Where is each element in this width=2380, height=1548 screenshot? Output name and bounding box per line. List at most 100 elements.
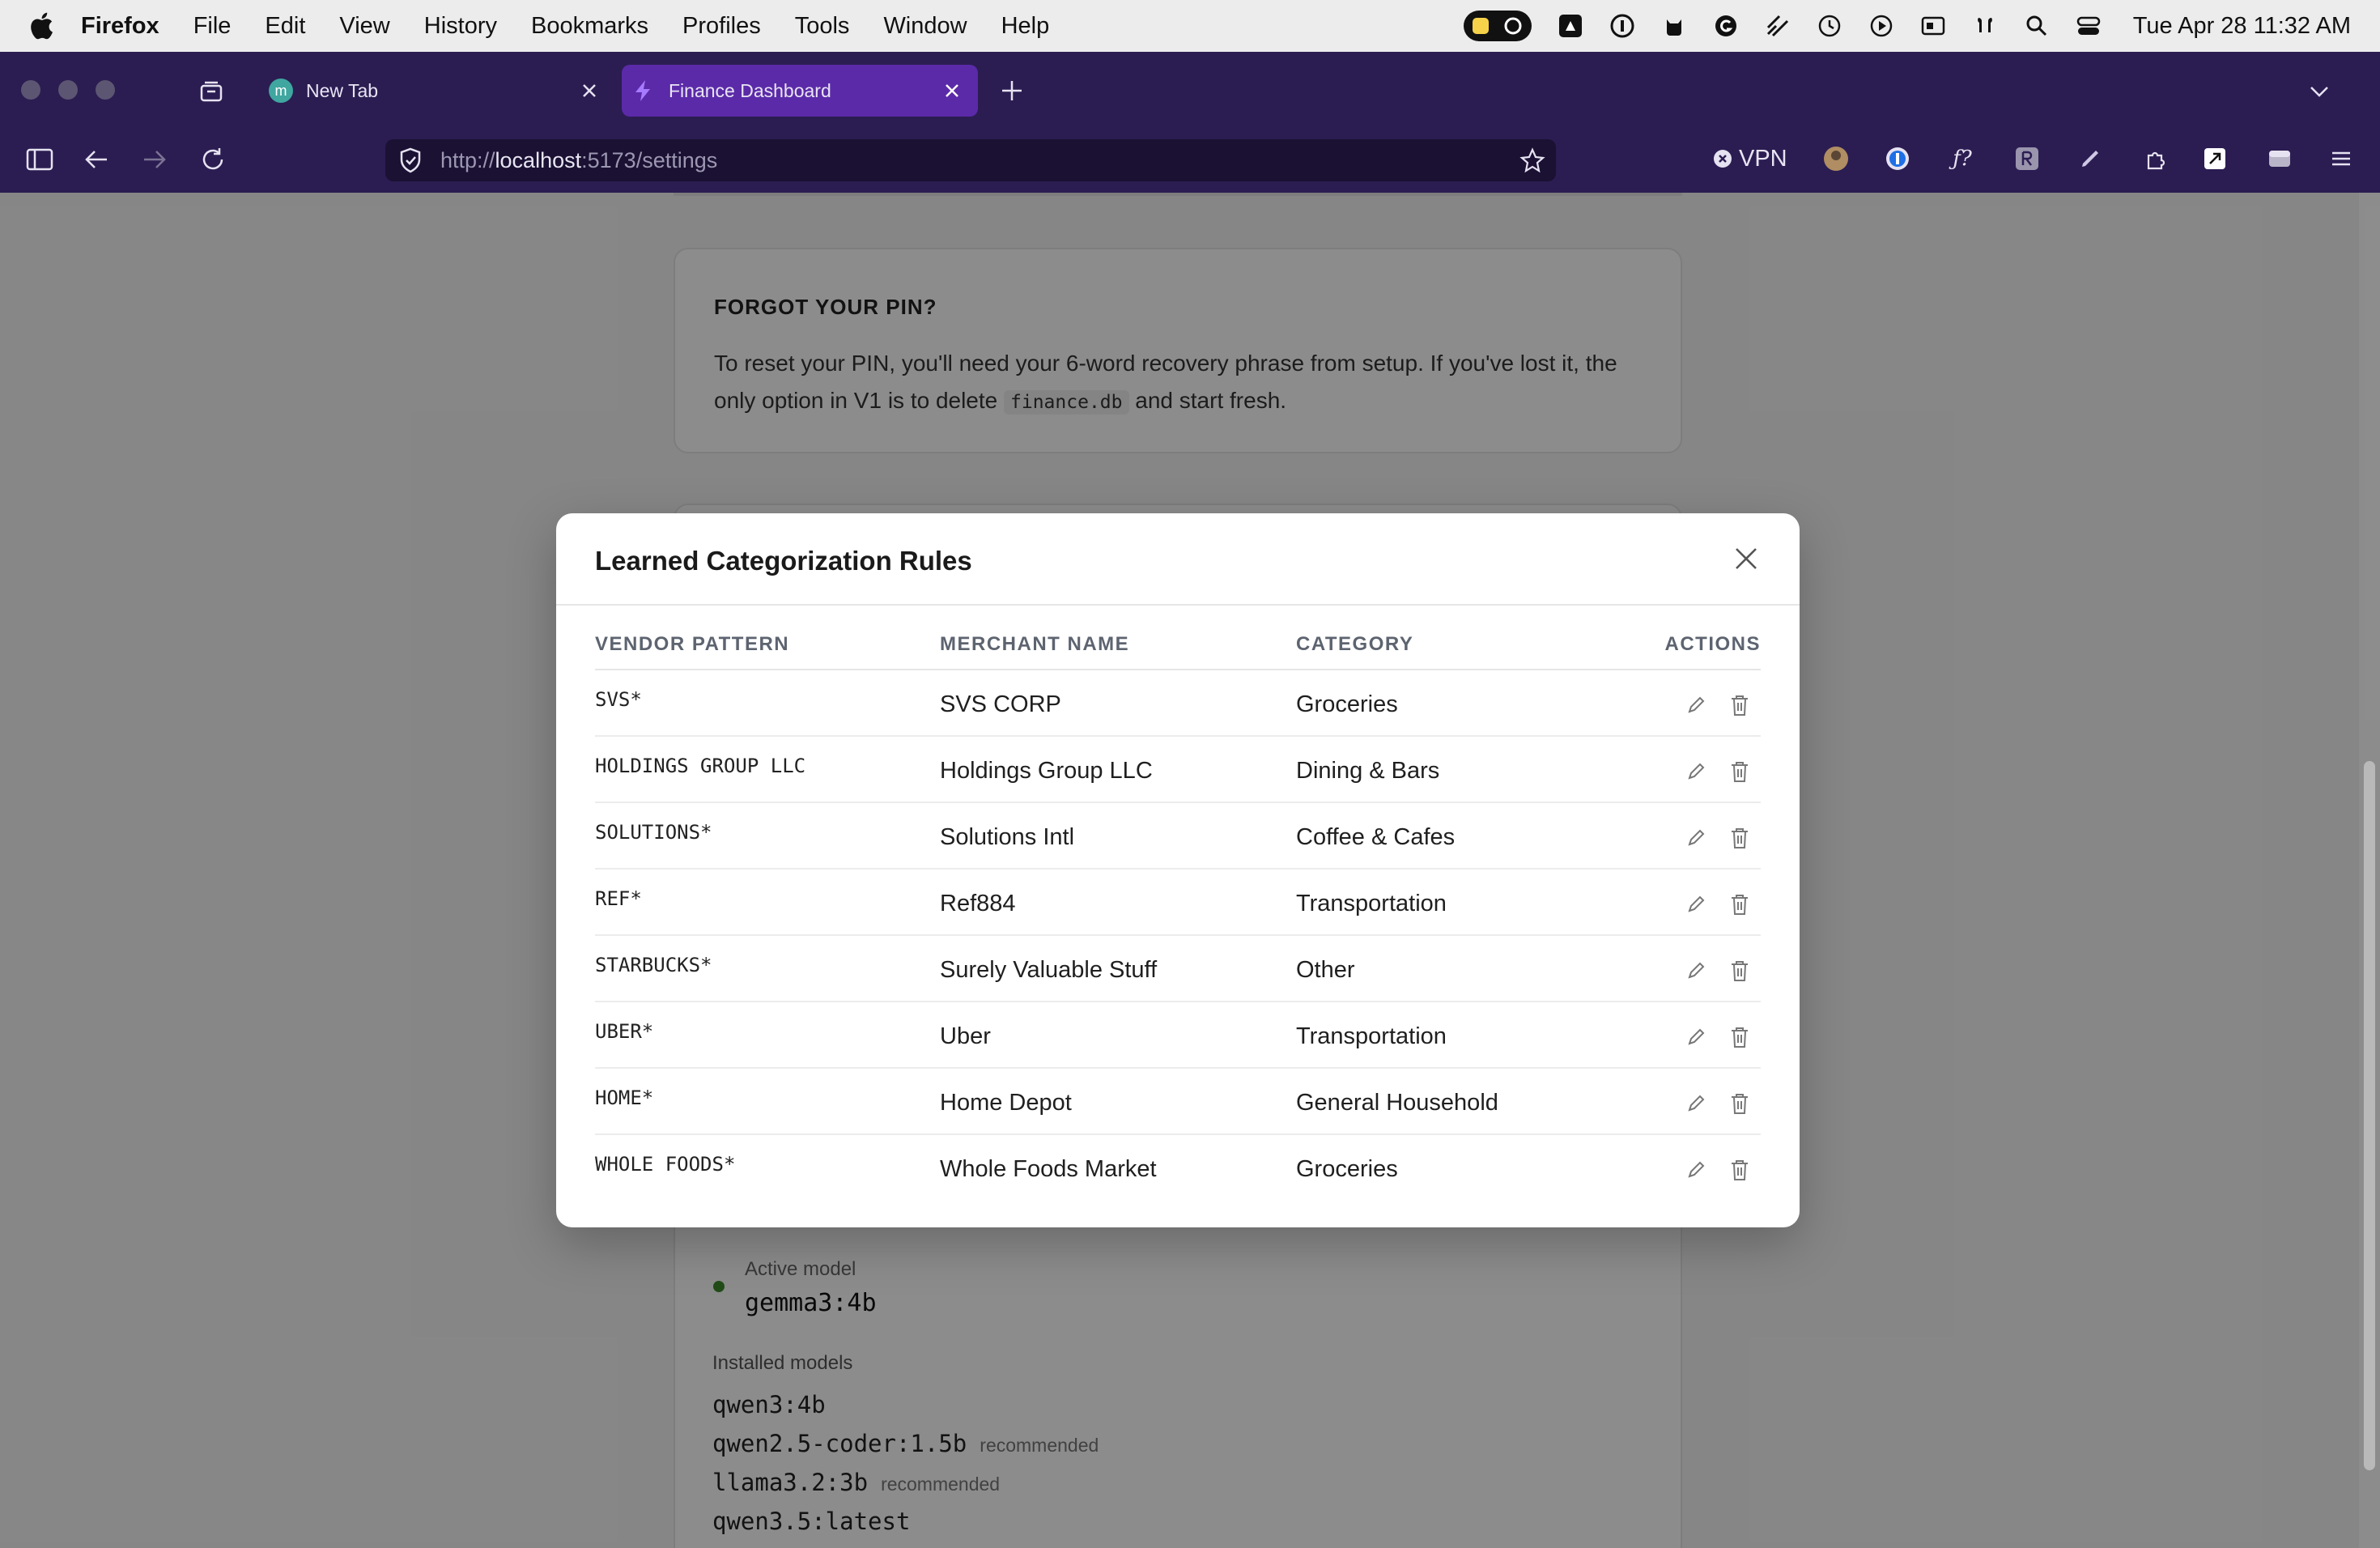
delete-trash-icon[interactable] — [1728, 1025, 1751, 1049]
password-manager-icon[interactable] — [1609, 12, 1636, 40]
tab-groups-icon[interactable] — [198, 78, 225, 105]
menu-profiles[interactable]: Profiles — [682, 13, 761, 40]
menu-file[interactable]: File — [193, 13, 232, 40]
window-minimize-button[interactable] — [58, 80, 78, 100]
notion-extension-icon[interactable] — [2199, 142, 2231, 175]
categorization-rules-modal: Learned Categorization Rules VENDOR PATT… — [556, 513, 1800, 1227]
close-tab-icon[interactable] — [941, 79, 963, 102]
tab-title: Finance Dashboard — [669, 79, 831, 101]
category-cell: Dining & Bars — [1296, 758, 1440, 784]
edit-pencil-icon[interactable] — [1685, 959, 1707, 983]
merchant-name-cell: Home Depot — [940, 1090, 1072, 1116]
screen-extension-icon[interactable] — [2263, 142, 2296, 175]
grammar-icon[interactable] — [1712, 12, 1740, 40]
column-actions: ACTIONS — [1664, 633, 1761, 655]
menu-help[interactable]: Help — [1001, 13, 1050, 40]
reader-extension-icon[interactable] — [2011, 142, 2043, 175]
profile-avatar-icon[interactable] — [1820, 142, 1852, 175]
menu-clock[interactable]: Tue Apr 28 11:32 AM — [2133, 13, 2351, 40]
new-tab-favicon-icon: m — [269, 79, 293, 103]
close-tab-icon[interactable] — [578, 79, 601, 102]
table-row: STARBUCKS* Surely Valuable Stuff Other — [595, 936, 1761, 1002]
edit-pencil-icon[interactable] — [1685, 1158, 1707, 1182]
menu-edit[interactable]: Edit — [265, 13, 305, 40]
delete-trash-icon[interactable] — [1728, 959, 1751, 983]
tab-new-tab[interactable]: m New Tab — [259, 65, 615, 117]
control-center-icon[interactable] — [2075, 12, 2102, 40]
feed-icon[interactable] — [1764, 12, 1791, 40]
cat-icon[interactable] — [1660, 12, 1688, 40]
vendor-pattern-cell: HOLDINGS GROUP LLC — [595, 755, 806, 777]
bookmark-star-icon[interactable] — [1519, 147, 1546, 174]
tracking-protection-shield-icon[interactable] — [397, 147, 424, 174]
rules-table-header: VENDOR PATTERN MERCHANT NAME CATEGORY AC… — [595, 625, 1761, 670]
apple-logo-icon[interactable] — [29, 12, 53, 40]
app-menu-hamburger-icon[interactable] — [2325, 142, 2357, 175]
display-icon[interactable] — [1919, 12, 1947, 40]
table-row: SVS* SVS CORP Groceries — [595, 670, 1761, 737]
edit-pencil-icon[interactable] — [1685, 759, 1707, 784]
table-row: UBER* Uber Transportation — [595, 1002, 1761, 1069]
reload-icon[interactable] — [198, 144, 228, 175]
delete-trash-icon[interactable] — [1728, 759, 1751, 784]
column-category: CATEGORY — [1296, 633, 1414, 655]
vendor-pattern-cell: WHOLE FOODS* — [595, 1153, 736, 1176]
vendor-pattern-cell: SOLUTIONS* — [595, 821, 712, 844]
back-arrow-icon[interactable] — [81, 144, 112, 175]
edit-pencil-icon[interactable] — [1685, 1025, 1707, 1049]
menu-history[interactable]: History — [424, 13, 497, 40]
close-icon[interactable] — [1732, 544, 1761, 573]
sidebar-toggle-icon[interactable] — [24, 144, 55, 175]
modal-title: Learned Categorization Rules — [595, 546, 972, 576]
forward-arrow-icon[interactable] — [139, 144, 170, 175]
table-row: SOLUTIONS* Solutions Intl Coffee & Cafes — [595, 803, 1761, 870]
menu-bookmarks[interactable]: Bookmarks — [531, 13, 648, 40]
delete-trash-icon[interactable] — [1728, 892, 1751, 916]
table-row: HOLDINGS GROUP LLC Holdings Group LLC Di… — [595, 737, 1761, 803]
category-cell: Coffee & Cafes — [1296, 824, 1456, 850]
merchant-name-cell: Solutions Intl — [940, 824, 1075, 850]
vpn-off-icon — [1714, 150, 1732, 168]
notification-pill-icon[interactable] — [1463, 11, 1532, 41]
edit-pencil-icon[interactable] — [1685, 1091, 1707, 1116]
category-cell: Groceries — [1296, 691, 1398, 717]
spotlight-search-icon[interactable] — [2023, 12, 2051, 40]
edit-pencil-icon[interactable] — [1685, 826, 1707, 850]
list-all-tabs-chevron-down-icon[interactable] — [2307, 79, 2331, 104]
menu-app-name[interactable]: Firefox — [81, 13, 159, 40]
page-scrollbar-thumb[interactable] — [2364, 761, 2375, 1470]
play-icon[interactable] — [1868, 12, 1895, 40]
pen-extension-icon[interactable] — [2074, 142, 2106, 175]
time-machine-icon[interactable] — [1816, 12, 1843, 40]
merchant-name-cell: Holdings Group LLC — [940, 758, 1153, 784]
address-bar[interactable]: http://localhost:5173/settings — [385, 139, 1556, 181]
edit-pencil-icon[interactable] — [1685, 693, 1707, 717]
column-vendor-pattern: VENDOR PATTERN — [595, 633, 790, 655]
macos-menu-bar: Firefox File Edit View History Bookmarks… — [0, 0, 2380, 52]
new-tab-plus-icon[interactable] — [999, 78, 1025, 104]
category-cell: Transportation — [1296, 891, 1447, 916]
vendor-pattern-cell: STARBUCKS* — [595, 954, 712, 976]
menu-window[interactable]: Window — [883, 13, 967, 40]
vpn-button[interactable]: VPN — [1713, 142, 1787, 175]
extensions-puzzle-icon[interactable] — [2139, 142, 2171, 175]
vendor-pattern-cell: SVS* — [595, 688, 642, 711]
table-row: REF* Ref884 Transportation — [595, 870, 1761, 936]
password-extension-icon[interactable] — [1881, 142, 1914, 175]
menu-view[interactable]: View — [339, 13, 389, 40]
formula-extension-icon[interactable]: ƒ? — [1946, 142, 1978, 175]
edit-pencil-icon[interactable] — [1685, 892, 1707, 916]
url-scheme: http:// — [440, 147, 495, 172]
window-close-button[interactable] — [21, 80, 40, 100]
category-cell: Other — [1296, 957, 1355, 983]
merchant-name-cell: Whole Foods Market — [940, 1156, 1157, 1182]
delete-trash-icon[interactable] — [1728, 693, 1751, 717]
delete-trash-icon[interactable] — [1728, 1158, 1751, 1182]
window-zoom-button[interactable] — [96, 80, 115, 100]
delete-trash-icon[interactable] — [1728, 1091, 1751, 1116]
delete-trash-icon[interactable] — [1728, 826, 1751, 850]
menu-tools[interactable]: Tools — [795, 13, 850, 40]
tab-finance-dashboard[interactable]: Finance Dashboard — [622, 65, 978, 117]
drive-icon[interactable] — [1557, 12, 1584, 40]
airpods-icon[interactable] — [1971, 12, 1999, 40]
